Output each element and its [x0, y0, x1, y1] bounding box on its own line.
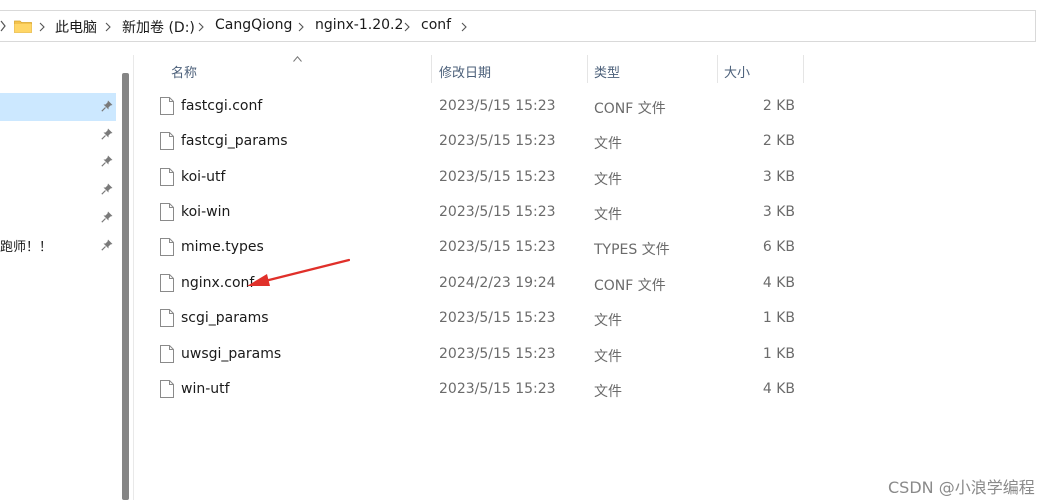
file-name[interactable]: koi-utf — [181, 169, 225, 185]
nav-item-selected[interactable] — [0, 93, 116, 121]
file-name[interactable]: win-utf — [181, 381, 230, 397]
file-type: 文件 — [594, 172, 622, 188]
file-type: TYPES 文件 — [594, 242, 670, 258]
file-date: 2023/5/15 15:23 — [439, 204, 556, 220]
file-date: 2023/5/15 15:23 — [439, 310, 556, 326]
file-date: 2023/5/15 15:23 — [439, 381, 556, 397]
pane-divider[interactable] — [133, 55, 134, 500]
file-icon — [160, 309, 174, 327]
file-name[interactable]: fastcgi_params — [181, 133, 288, 149]
chevron-right-icon[interactable] — [105, 22, 111, 32]
file-date: 2023/5/15 15:23 — [439, 169, 556, 185]
file-row[interactable]: fastcgi_params 2023/5/15 15:23 文件 2 KB — [150, 124, 810, 159]
file-icon — [160, 274, 174, 292]
file-row[interactable]: scgi_params 2023/5/15 15:23 文件 1 KB — [150, 301, 810, 336]
file-size: 1 KB — [762, 310, 795, 326]
file-size: 2 KB — [762, 133, 795, 149]
nav-item-label[interactable]: 跑师！！ — [0, 236, 52, 255]
breadcrumb-drive-d[interactable]: 新加卷 (D:) — [122, 17, 195, 37]
file-name[interactable]: nginx.conf — [181, 275, 254, 291]
file-type: 文件 — [594, 384, 622, 400]
pin-icon[interactable] — [101, 211, 113, 223]
column-divider[interactable] — [717, 55, 718, 83]
chevron-right-icon[interactable] — [404, 22, 410, 32]
file-name[interactable]: fastcgi.conf — [181, 98, 262, 114]
file-icon — [160, 97, 174, 115]
pin-icon[interactable] — [101, 100, 113, 112]
file-type: 文件 — [594, 136, 622, 152]
file-icon — [160, 132, 174, 150]
file-icon — [160, 203, 174, 221]
annotation-arrow-icon — [247, 258, 350, 286]
file-row[interactable]: uwsgi_params 2023/5/15 15:23 文件 1 KB — [150, 337, 810, 372]
column-divider[interactable] — [587, 55, 588, 83]
file-date: 2024/2/23 19:24 — [439, 275, 556, 291]
column-header-size[interactable]: 大小 — [724, 62, 750, 81]
column-divider[interactable] — [431, 55, 432, 83]
pin-icon[interactable] — [101, 155, 113, 167]
watermark: CSDN @小浪学编程 — [888, 478, 1035, 497]
file-row[interactable]: koi-utf 2023/5/15 15:23 文件 3 KB — [150, 160, 810, 195]
pin-icon[interactable] — [101, 239, 113, 251]
column-header-date[interactable]: 修改日期 — [439, 62, 491, 81]
pin-icon[interactable] — [101, 183, 113, 195]
folder-icon — [14, 20, 32, 33]
file-type: 文件 — [594, 207, 622, 223]
file-type: 文件 — [594, 349, 622, 365]
column-header-name[interactable]: 名称 — [171, 62, 197, 81]
file-name[interactable]: mime.types — [181, 239, 264, 255]
file-icon — [160, 345, 174, 363]
address-bar[interactable]: 此电脑 新加卷 (D:) CangQiong nginx-1.20.2 conf — [0, 10, 1036, 42]
file-date: 2023/5/15 15:23 — [439, 239, 556, 255]
file-name[interactable]: koi-win — [181, 204, 230, 220]
file-size: 3 KB — [762, 204, 795, 220]
breadcrumb-conf[interactable]: conf — [421, 17, 451, 33]
file-name[interactable]: uwsgi_params — [181, 346, 281, 362]
breadcrumb-this-pc[interactable]: 此电脑 — [55, 17, 97, 37]
chevron-right-icon[interactable] — [0, 20, 6, 32]
file-size: 2 KB — [762, 98, 795, 114]
file-row[interactable]: fastcgi.conf 2023/5/15 15:23 CONF 文件 2 K… — [150, 89, 810, 124]
file-date: 2023/5/15 15:23 — [439, 98, 556, 114]
chevron-right-icon[interactable] — [198, 22, 204, 32]
breadcrumb-cangqiong[interactable]: CangQiong — [215, 17, 292, 33]
file-size: 4 KB — [762, 381, 795, 397]
breadcrumb-nginx[interactable]: nginx-1.20.2 — [315, 17, 403, 33]
chevron-right-icon[interactable] — [39, 22, 45, 32]
file-name[interactable]: scgi_params — [181, 310, 269, 326]
navigation-pane: 跑师！！ — [0, 55, 120, 500]
file-size: 1 KB — [762, 346, 795, 362]
column-divider[interactable] — [803, 55, 804, 83]
chevron-right-icon[interactable] — [298, 22, 304, 32]
file-type: CONF 文件 — [594, 278, 666, 294]
file-row[interactable]: koi-win 2023/5/15 15:23 文件 3 KB — [150, 195, 810, 230]
file-icon — [160, 168, 174, 186]
file-row[interactable]: win-utf 2023/5/15 15:23 文件 4 KB — [150, 372, 810, 407]
file-size: 6 KB — [762, 239, 795, 255]
file-date: 2023/5/15 15:23 — [439, 346, 556, 362]
file-date: 2023/5/15 15:23 — [439, 133, 556, 149]
file-type: 文件 — [594, 313, 622, 329]
sort-ascending-icon — [293, 56, 302, 62]
column-header-type[interactable]: 类型 — [594, 62, 620, 81]
file-icon — [160, 238, 174, 256]
pin-icon[interactable] — [101, 128, 113, 140]
file-size: 3 KB — [762, 169, 795, 185]
chevron-right-icon[interactable] — [461, 22, 467, 32]
file-type: CONF 文件 — [594, 101, 666, 117]
nav-scrollbar[interactable] — [122, 73, 129, 500]
file-size: 4 KB — [762, 275, 795, 291]
file-icon — [160, 380, 174, 398]
